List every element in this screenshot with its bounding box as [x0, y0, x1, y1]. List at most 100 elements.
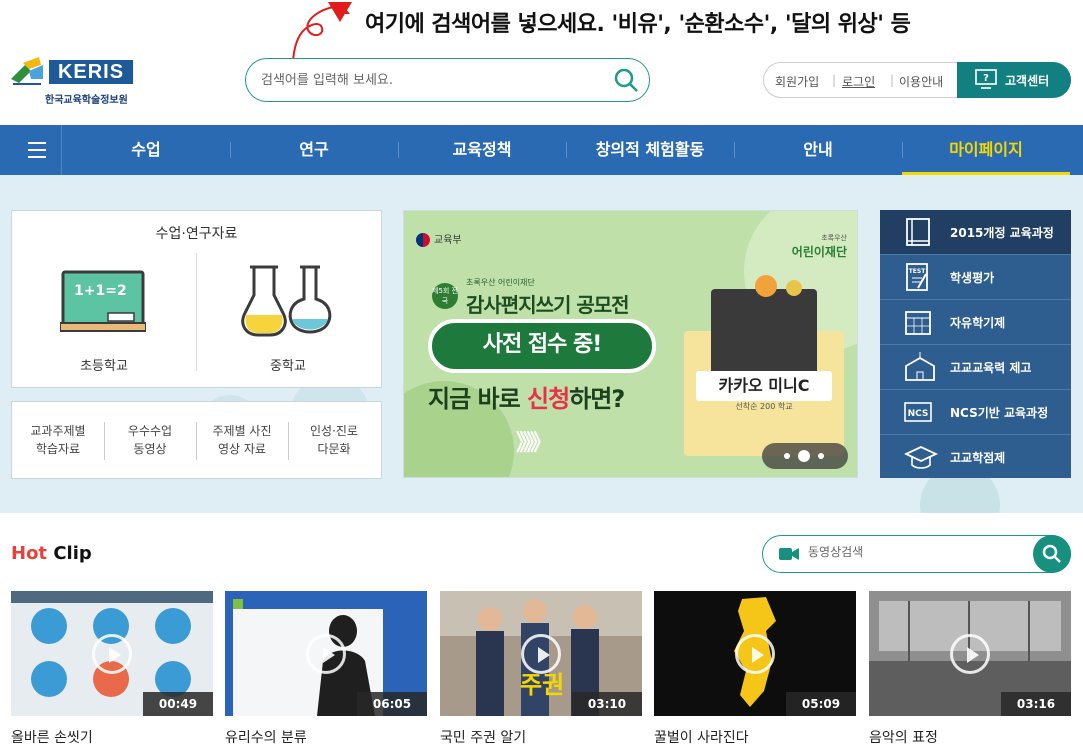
link-line: 인성·진로 [310, 424, 358, 438]
banner-title: 감사편지쓰기 공모전 [466, 293, 630, 317]
nav-item-guide[interactable]: 안내 [734, 125, 902, 175]
sovereignty-overlay: 주권 [520, 671, 564, 699]
play-icon[interactable] [950, 634, 990, 674]
video-title[interactable]: 음악의 표정 [869, 727, 938, 747]
video-thumbnail-handwash[interactable]: 00:49 [11, 591, 213, 716]
link-line: 우수수업 [127, 424, 173, 438]
video-thumbnail-bees[interactable]: 05:09 [654, 591, 856, 716]
customer-center-label: 고객센터 [1005, 74, 1050, 88]
test-paper-icon: TEST [906, 263, 928, 291]
promo-banner[interactable]: 교육부 초록우산 어린이재단 초록우산 어린이재단 제5회 전국 감사편지쓰기 공… [403, 210, 858, 478]
quick-menu-credit[interactable]: 고교학점제 [880, 435, 1071, 480]
banner-line2: 지금 바로 신청하면? [428, 379, 625, 414]
flask-icon[interactable] [240, 263, 338, 339]
divider: | [890, 73, 895, 87]
middle-school-label[interactable]: 중학교 [238, 355, 338, 374]
taegeuk-icon [416, 233, 430, 247]
graduation-cap-icon [904, 446, 938, 469]
menu-hamburger-icon[interactable] [12, 125, 62, 175]
book-icon [906, 218, 930, 246]
quick-menu: 2015개정 교육과정 TEST 학생평가 자유학기제 고교교육력 제고 NCS… [880, 210, 1071, 478]
character-icon [755, 275, 802, 297]
login-link[interactable]: 로그인 [842, 73, 875, 90]
logo-mark-icon [11, 57, 43, 85]
banner-small-title: 초록우산 어린이재단 [466, 278, 535, 287]
nav-item-class[interactable]: 수업 [62, 125, 230, 175]
video-duration: 03:16 [1001, 692, 1071, 716]
nav-item-mypage[interactable]: 마이페이지 [902, 125, 1070, 175]
video-title[interactable]: 국민 주권 알기 [440, 727, 526, 747]
logo-text: KERIS [49, 60, 133, 84]
nav-item-policy[interactable]: 교육정책 [398, 125, 566, 175]
resource-link-subject[interactable]: 교과주제별 학습자료 [12, 422, 104, 458]
quick-menu-label: 고교학점제 [950, 451, 1006, 465]
help-monitor-icon: ? [975, 69, 997, 89]
customer-center-button[interactable]: ? 고객센터 [957, 62, 1071, 98]
nav-item-research[interactable]: 연구 [230, 125, 398, 175]
quick-menu-highschool[interactable]: 고교교육력 제고 [880, 345, 1071, 390]
video-search-button[interactable] [1033, 535, 1071, 573]
utility-menu: 회원가입 | 로그인 | 이용안내 ? 고객센터 [763, 62, 1071, 98]
resource-link-photo[interactable]: 주제별 사진영상 자료 [196, 422, 288, 458]
search-icon[interactable] [613, 67, 639, 93]
logo-subtitle: 한국교육학술정보원 [45, 95, 128, 106]
video-thumbnail-music[interactable]: 03:16 [869, 591, 1071, 716]
banner-pill: 사전 접수 중! [428, 319, 656, 373]
link-line: 영상 자료 [218, 442, 266, 456]
nav-item-creative[interactable]: 창의적 체험활동 [566, 125, 734, 175]
svg-text:TEST: TEST [909, 268, 927, 275]
play-icon[interactable] [521, 634, 561, 674]
quick-menu-evaluation[interactable]: TEST 학생평가 [880, 255, 1071, 300]
foundation-label: 어린이재단 [791, 245, 847, 259]
main-nav: 수업 연구 교육정책 창의적 체험활동 안내 마이페이지 [0, 125, 1083, 175]
carousel-dot-active[interactable] [798, 450, 810, 462]
video-duration: 00:49 [143, 692, 213, 716]
play-icon[interactable] [92, 634, 132, 674]
link-line: 교과주제별 [30, 424, 86, 438]
guide-link[interactable]: 이용안내 [899, 73, 943, 90]
resources-panel: 수업·연구자료 1+1=2 초등학교 중학교 [11, 210, 382, 388]
quick-menu-ncs[interactable]: NCS NCS기반 교육과정 [880, 390, 1071, 435]
video-title[interactable]: 꿀벌이 사라진다 [654, 727, 749, 747]
resource-link-character[interactable]: 인성·진로 다문화 [288, 422, 380, 458]
hot-clip-title: Hot Clip [11, 543, 92, 564]
resources-title: 수업·연구자료 [155, 226, 238, 242]
video-title[interactable]: 올바른 손씻기 [11, 727, 93, 747]
ministry-label: 교육부 [434, 235, 462, 246]
link-line: 동영상 [133, 442, 167, 456]
foundation-logo: 초록우산 어린이재단 [792, 233, 847, 260]
carousel-dot[interactable] [818, 453, 824, 459]
line2-post: 하면? [569, 385, 625, 413]
video-thumbnail-rational[interactable]: 06:05 [225, 591, 427, 716]
play-icon[interactable] [306, 634, 346, 674]
video-camera-icon [779, 548, 799, 560]
resource-links-panel: 교과주제별 학습자료 우수수업동영상 주제별 사진영상 자료 인성·진로 다문화 [11, 401, 382, 479]
resource-link-best-lesson[interactable]: 우수수업동영상 [104, 422, 196, 458]
search-icon [1042, 544, 1061, 563]
carousel-dot[interactable] [784, 453, 790, 459]
video-duration: 03:10 [572, 692, 642, 716]
clip-label: Clip [47, 543, 92, 564]
video-duration: 05:09 [786, 692, 856, 716]
video-thumbnail-sovereignty[interactable]: 주권 03:10 [440, 591, 642, 716]
divider: | [832, 73, 837, 87]
svg-text:?: ? [983, 73, 989, 84]
link-line: 주제별 사진 [212, 424, 272, 438]
speaker-image [711, 289, 817, 379]
quick-menu-label: NCS기반 교육과정 [950, 406, 1049, 420]
blackboard-icon[interactable]: 1+1=2 [60, 269, 146, 333]
play-icon[interactable] [735, 634, 775, 674]
svg-text:NCS: NCS [908, 409, 929, 419]
video-search-bar [762, 535, 1071, 573]
quick-menu-label: 자유학기제 [950, 316, 1006, 330]
blackboard-text: 1+1=2 [74, 283, 127, 299]
video-search-input[interactable] [808, 545, 1008, 559]
keris-logo[interactable]: KERIS 한국교육학술정보원 [11, 55, 136, 107]
quick-menu-curriculum[interactable]: 2015개정 교육과정 [880, 210, 1071, 255]
video-title[interactable]: 유리수의 분류 [225, 727, 307, 747]
main-search-input[interactable] [261, 69, 601, 91]
carousel-controls[interactable] [762, 443, 848, 469]
elementary-label[interactable]: 초등학교 [54, 355, 154, 374]
quick-menu-free-semester[interactable]: 자유학기제 [880, 300, 1071, 345]
signup-link[interactable]: 회원가입 [775, 73, 819, 90]
